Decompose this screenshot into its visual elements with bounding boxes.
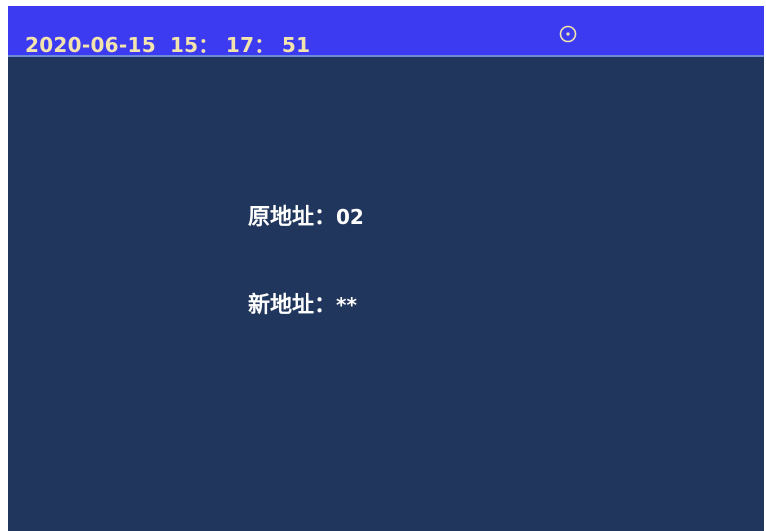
new-address-row[interactable]: 新地址：** — [248, 287, 357, 319]
date-text: 2020-06-15 — [25, 33, 156, 57]
old-address-value: 02 — [336, 205, 364, 229]
time-text: 15： 17： 51 — [169, 33, 311, 57]
status-bar: 2020-06-15 15： 17： 51 — [8, 6, 764, 57]
new-address-input[interactable]: ** — [336, 293, 357, 317]
clock-icon — [559, 25, 577, 43]
device-screen: 2020-06-15 15： 17： 51 原地址：02 新地址：** — [8, 6, 764, 531]
old-address-label: 原地址： — [248, 204, 337, 230]
old-address-row: 原地址：02 — [248, 199, 364, 231]
new-address-label: 新地址： — [248, 292, 337, 318]
datetime-display: 2020-06-15 15： 17： 51 — [25, 29, 310, 58]
